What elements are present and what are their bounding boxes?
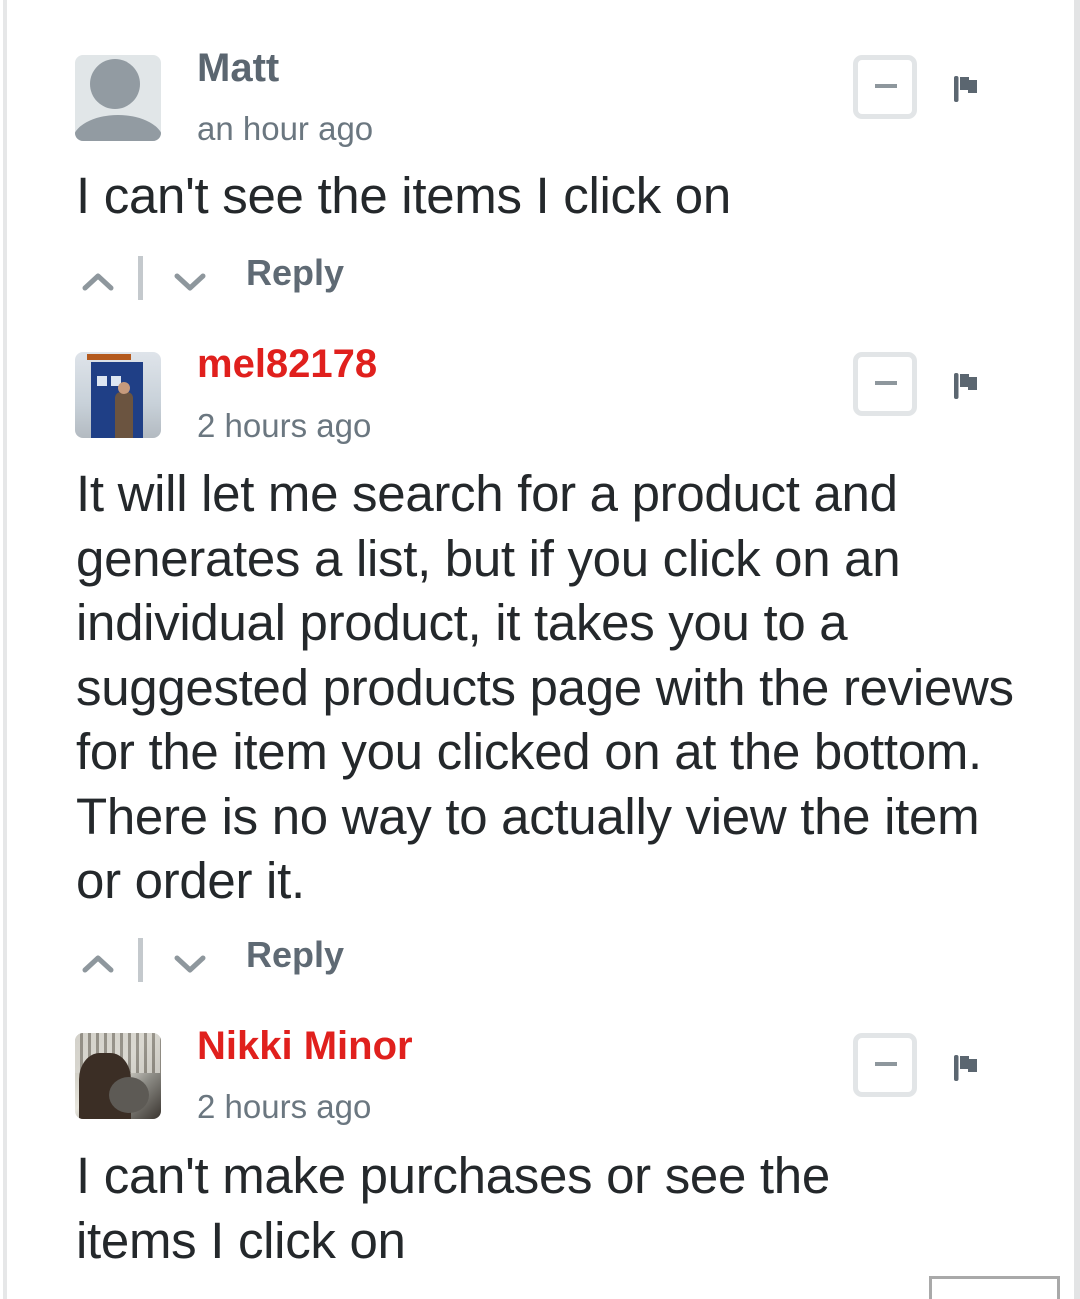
comment-timestamp[interactable]: 2 hours ago (197, 1088, 371, 1126)
reply-button[interactable]: Reply (246, 934, 344, 976)
default-avatar-icon[interactable] (75, 55, 161, 141)
collapse-comment-button[interactable] (853, 352, 917, 416)
comment-username[interactable]: Nikki Minor (197, 1024, 413, 1069)
comment-body: It will let me search for a product and … (76, 465, 1014, 909)
vote-divider (138, 256, 143, 300)
flag-icon[interactable] (950, 369, 982, 401)
comment-body: I can't make purchases or see the items … (76, 1147, 830, 1269)
comment-actions: Reply (80, 934, 380, 994)
comment-username[interactable]: mel82178 (197, 342, 377, 387)
comment-body: I can't see the items I click on (76, 167, 731, 224)
comment-actions: Reply (80, 252, 380, 312)
partial-collapse-button[interactable] (929, 1276, 1060, 1299)
scrollbar-track[interactable] (1074, 0, 1080, 1299)
chevron-down-icon[interactable] (172, 946, 208, 982)
minus-icon (875, 381, 897, 385)
flag-icon[interactable] (950, 1051, 982, 1083)
chevron-up-icon[interactable] (80, 946, 116, 982)
comment-timestamp[interactable]: an hour ago (197, 110, 373, 148)
collapse-comment-button[interactable] (853, 55, 917, 119)
left-border (3, 0, 7, 1299)
comment-timestamp[interactable]: 2 hours ago (197, 407, 371, 445)
comments-thread: Matt an hour ago I can't see the items I… (0, 0, 1080, 1299)
minus-icon (875, 1062, 897, 1066)
flag-icon[interactable] (950, 72, 982, 104)
chevron-down-icon[interactable] (172, 264, 208, 300)
tardis-photo-avatar[interactable] (75, 352, 161, 438)
minus-icon (875, 84, 897, 88)
comment-username[interactable]: Matt (197, 46, 279, 91)
vote-divider (138, 938, 143, 982)
chevron-up-icon[interactable] (80, 264, 116, 300)
user-photo-avatar[interactable] (75, 1033, 161, 1119)
reply-button[interactable]: Reply (246, 252, 344, 294)
collapse-comment-button[interactable] (853, 1033, 917, 1097)
